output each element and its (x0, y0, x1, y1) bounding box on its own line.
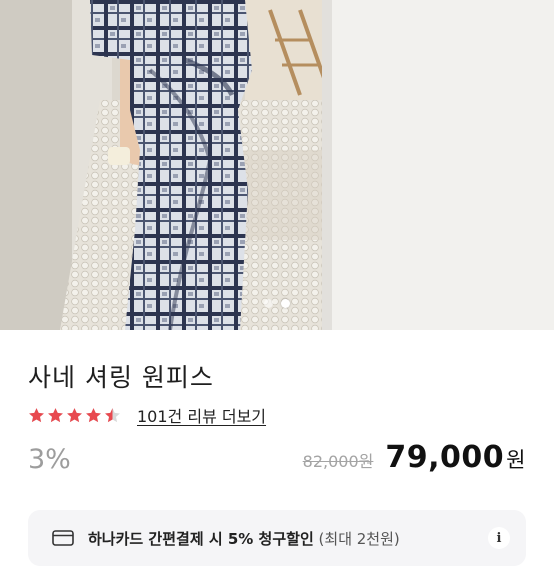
star-icon (29, 407, 44, 422)
gallery-indicator (0, 297, 554, 309)
sale-price-value: 79,000 (385, 440, 505, 475)
card-promo-banner[interactable]: 하나카드 간편결제 시 5% 청구할인 (최대 2천원) i (28, 510, 526, 566)
credit-card-icon (52, 530, 74, 546)
star-icon (86, 407, 101, 422)
price-row: 82,000원 79,000원 (303, 440, 526, 475)
rating-row: 101건 리뷰 더보기 (28, 403, 266, 427)
gallery-dot[interactable] (264, 298, 273, 308)
original-price: 82,000원 (302, 452, 374, 471)
reviews-link[interactable]: 101건 리뷰 더보기 (137, 403, 266, 427)
gallery-dot-active[interactable] (281, 298, 290, 308)
sale-price-unit: 원 (506, 448, 526, 472)
product-photo (0, 0, 554, 330)
card-promo-text: 하나카드 간편결제 시 5% 청구할인 (최대 2천원) (88, 528, 400, 549)
card-promo-main: 하나카드 간편결제 시 5% 청구할인 (88, 529, 314, 548)
star-icon (48, 407, 63, 422)
info-icon[interactable]: i (488, 527, 510, 549)
card-promo-sub: (최대 2천원) (318, 529, 400, 548)
star-icon (105, 407, 120, 422)
star-icon (67, 407, 82, 422)
product-title: 사네 셔링 원피스 (28, 363, 214, 392)
product-image[interactable] (0, 0, 554, 330)
sale-price: 79,000원 (385, 440, 526, 475)
rating-stars (28, 407, 121, 424)
discount-rate: 3% (28, 444, 71, 475)
